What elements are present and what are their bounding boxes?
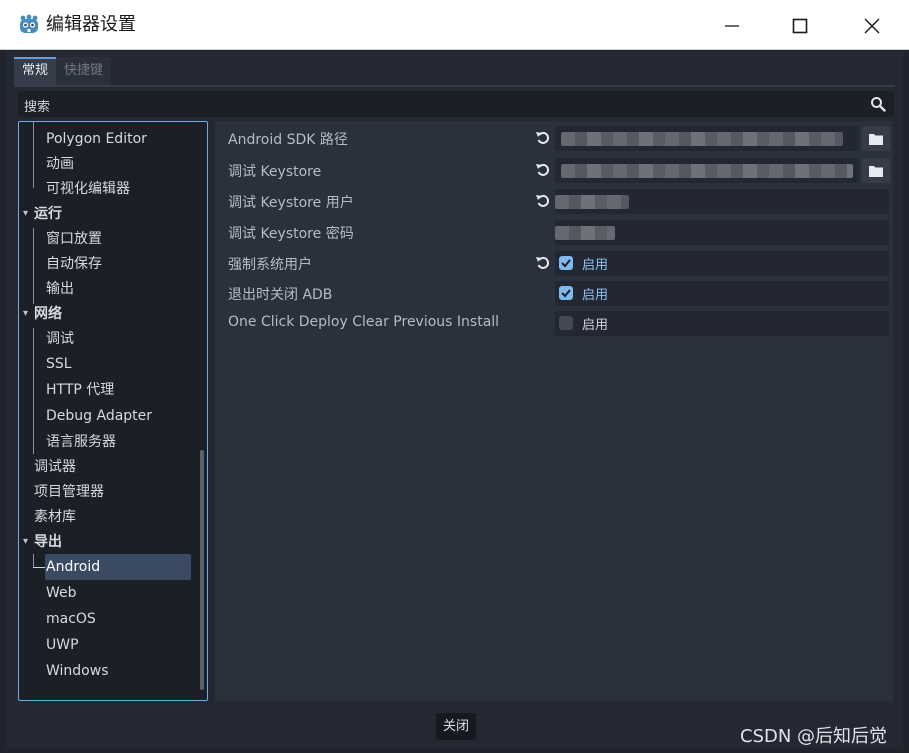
keystore-user-field[interactable] — [555, 189, 889, 214]
maximize-button[interactable] — [780, 10, 820, 42]
tree-item[interactable]: 项目管理器 — [34, 480, 104, 504]
tree-scrollbar[interactable] — [200, 450, 204, 690]
tree-category-label: 运行 — [34, 206, 62, 222]
checkbox-checked-icon — [559, 286, 573, 300]
tree-item[interactable]: UWP — [46, 633, 79, 657]
keystore-password-field[interactable] — [555, 220, 889, 245]
search-input[interactable]: 搜索 — [18, 91, 894, 117]
clear-previous-install-toggle[interactable]: 启用 — [555, 311, 889, 336]
folder-icon — [869, 165, 883, 177]
minimize-button[interactable] — [712, 10, 752, 42]
tab-divider — [14, 85, 895, 87]
tree-item[interactable]: 输出 — [46, 277, 74, 301]
sdk-path-field[interactable] — [555, 126, 859, 151]
checkbox-label: 启用 — [582, 318, 609, 333]
tree-category[interactable]: ▾ 运行 — [23, 202, 62, 226]
setting-row: Android SDK 路径 — [215, 124, 893, 152]
tree-category-label: 网络 — [34, 306, 62, 322]
minimize-icon — [725, 25, 739, 27]
setting-row: 调试 Keystore 用户 — [215, 187, 893, 215]
close-button[interactable]: 关闭 — [436, 713, 476, 740]
search-icon — [871, 97, 886, 112]
tree-item[interactable]: 语言服务器 — [46, 430, 116, 454]
tree-item[interactable]: 素材库 — [34, 505, 76, 529]
chevron-down-icon: ▾ — [23, 536, 29, 547]
tree-item[interactable]: 动画 — [46, 152, 74, 176]
revert-icon[interactable] — [535, 193, 551, 209]
browse-button[interactable] — [862, 126, 890, 151]
editor-settings-dialog: 常规 快捷键 搜索 Polygon Editor 动画 可视化编辑器 ▾ 运行 … — [6, 50, 903, 748]
keystore-path-field[interactable] — [555, 158, 859, 183]
tree-item[interactable]: 调试器 — [34, 455, 76, 479]
window-close-button[interactable] — [852, 10, 892, 42]
tree-item[interactable]: 自动保存 — [46, 252, 102, 276]
tree-item[interactable]: Debug Adapter — [46, 404, 152, 428]
watermark: CSDN @后知后觉 — [740, 726, 888, 747]
setting-label: Android SDK 路径 — [228, 132, 348, 148]
tree-item[interactable]: SSL — [46, 352, 72, 376]
window-title: 编辑器设置 — [46, 14, 136, 35]
tree-item[interactable]: Windows — [46, 659, 109, 683]
setting-label: 调试 Keystore 密码 — [228, 226, 354, 242]
setting-label: 调试 Keystore — [228, 164, 322, 180]
redacted-value — [555, 226, 615, 240]
chevron-down-icon: ▾ — [23, 208, 29, 219]
setting-label: One Click Deploy Clear Previous Install — [228, 314, 500, 330]
tree-category[interactable]: ▾ 导出 — [23, 530, 62, 554]
tree-item[interactable]: Web — [46, 581, 77, 605]
tree-item[interactable]: 调试 — [46, 327, 74, 351]
settings-panel: Android SDK 路径 调试 Keystore 调试 Keystore 用… — [215, 121, 893, 701]
tree-guide-line — [33, 328, 34, 454]
revert-icon[interactable] — [535, 162, 551, 178]
tab-bar: 常规 快捷键 — [14, 57, 112, 85]
tree-category[interactable]: ▾ 网络 — [23, 302, 62, 326]
setting-row: 退出时关闭 ADB 启用 — [215, 279, 893, 307]
revert-icon[interactable] — [535, 255, 551, 271]
tree-item[interactable]: 可视化编辑器 — [46, 177, 130, 201]
setting-row: 调试 Keystore — [215, 156, 893, 184]
redacted-value — [561, 164, 853, 178]
force-system-user-toggle[interactable]: 启用 — [555, 251, 889, 276]
setting-label: 强制系统用户 — [228, 257, 312, 273]
browse-button[interactable] — [862, 158, 890, 183]
redacted-value — [561, 132, 843, 146]
tree-guide-line — [33, 128, 34, 188]
tree-item[interactable]: Polygon Editor — [46, 127, 147, 151]
window-titlebar: 编辑器设置 — [0, 0, 909, 50]
setting-label: 退出时关闭 ADB — [228, 287, 333, 303]
tree-item-selected[interactable]: Android — [46, 555, 100, 579]
tree-guide-line — [33, 228, 34, 304]
checkbox-label: 启用 — [582, 258, 609, 273]
checkbox-checked-icon — [559, 256, 573, 270]
tree-item[interactable]: 窗口放置 — [46, 227, 102, 251]
setting-row: 调试 Keystore 密码 — [215, 218, 893, 246]
folder-icon — [869, 133, 883, 145]
tab-general[interactable]: 常规 — [14, 57, 57, 85]
checkbox-label: 启用 — [582, 288, 609, 303]
chevron-down-icon: ▾ — [23, 308, 29, 319]
search-placeholder: 搜索 — [24, 100, 51, 115]
godot-icon — [20, 14, 38, 33]
settings-tree[interactable]: Polygon Editor 动画 可视化编辑器 ▾ 运行 窗口放置 自动保存 … — [18, 121, 208, 701]
tree-item[interactable]: HTTP 代理 — [46, 378, 114, 402]
revert-icon[interactable] — [535, 130, 551, 146]
tab-shortcuts[interactable]: 快捷键 — [56, 57, 112, 85]
checkbox-unchecked-icon — [559, 316, 573, 330]
close-icon — [864, 18, 880, 34]
tree-category-label: 导出 — [34, 534, 62, 550]
setting-label: 调试 Keystore 用户 — [228, 195, 354, 211]
maximize-icon — [792, 18, 808, 34]
setting-row: 强制系统用户 启用 — [215, 249, 893, 277]
shutdown-adb-toggle[interactable]: 启用 — [555, 281, 889, 306]
setting-row: One Click Deploy Clear Previous Install … — [215, 309, 893, 337]
tree-guide-line — [33, 554, 34, 568]
tree-item[interactable]: macOS — [46, 607, 96, 631]
redacted-value — [555, 195, 629, 209]
